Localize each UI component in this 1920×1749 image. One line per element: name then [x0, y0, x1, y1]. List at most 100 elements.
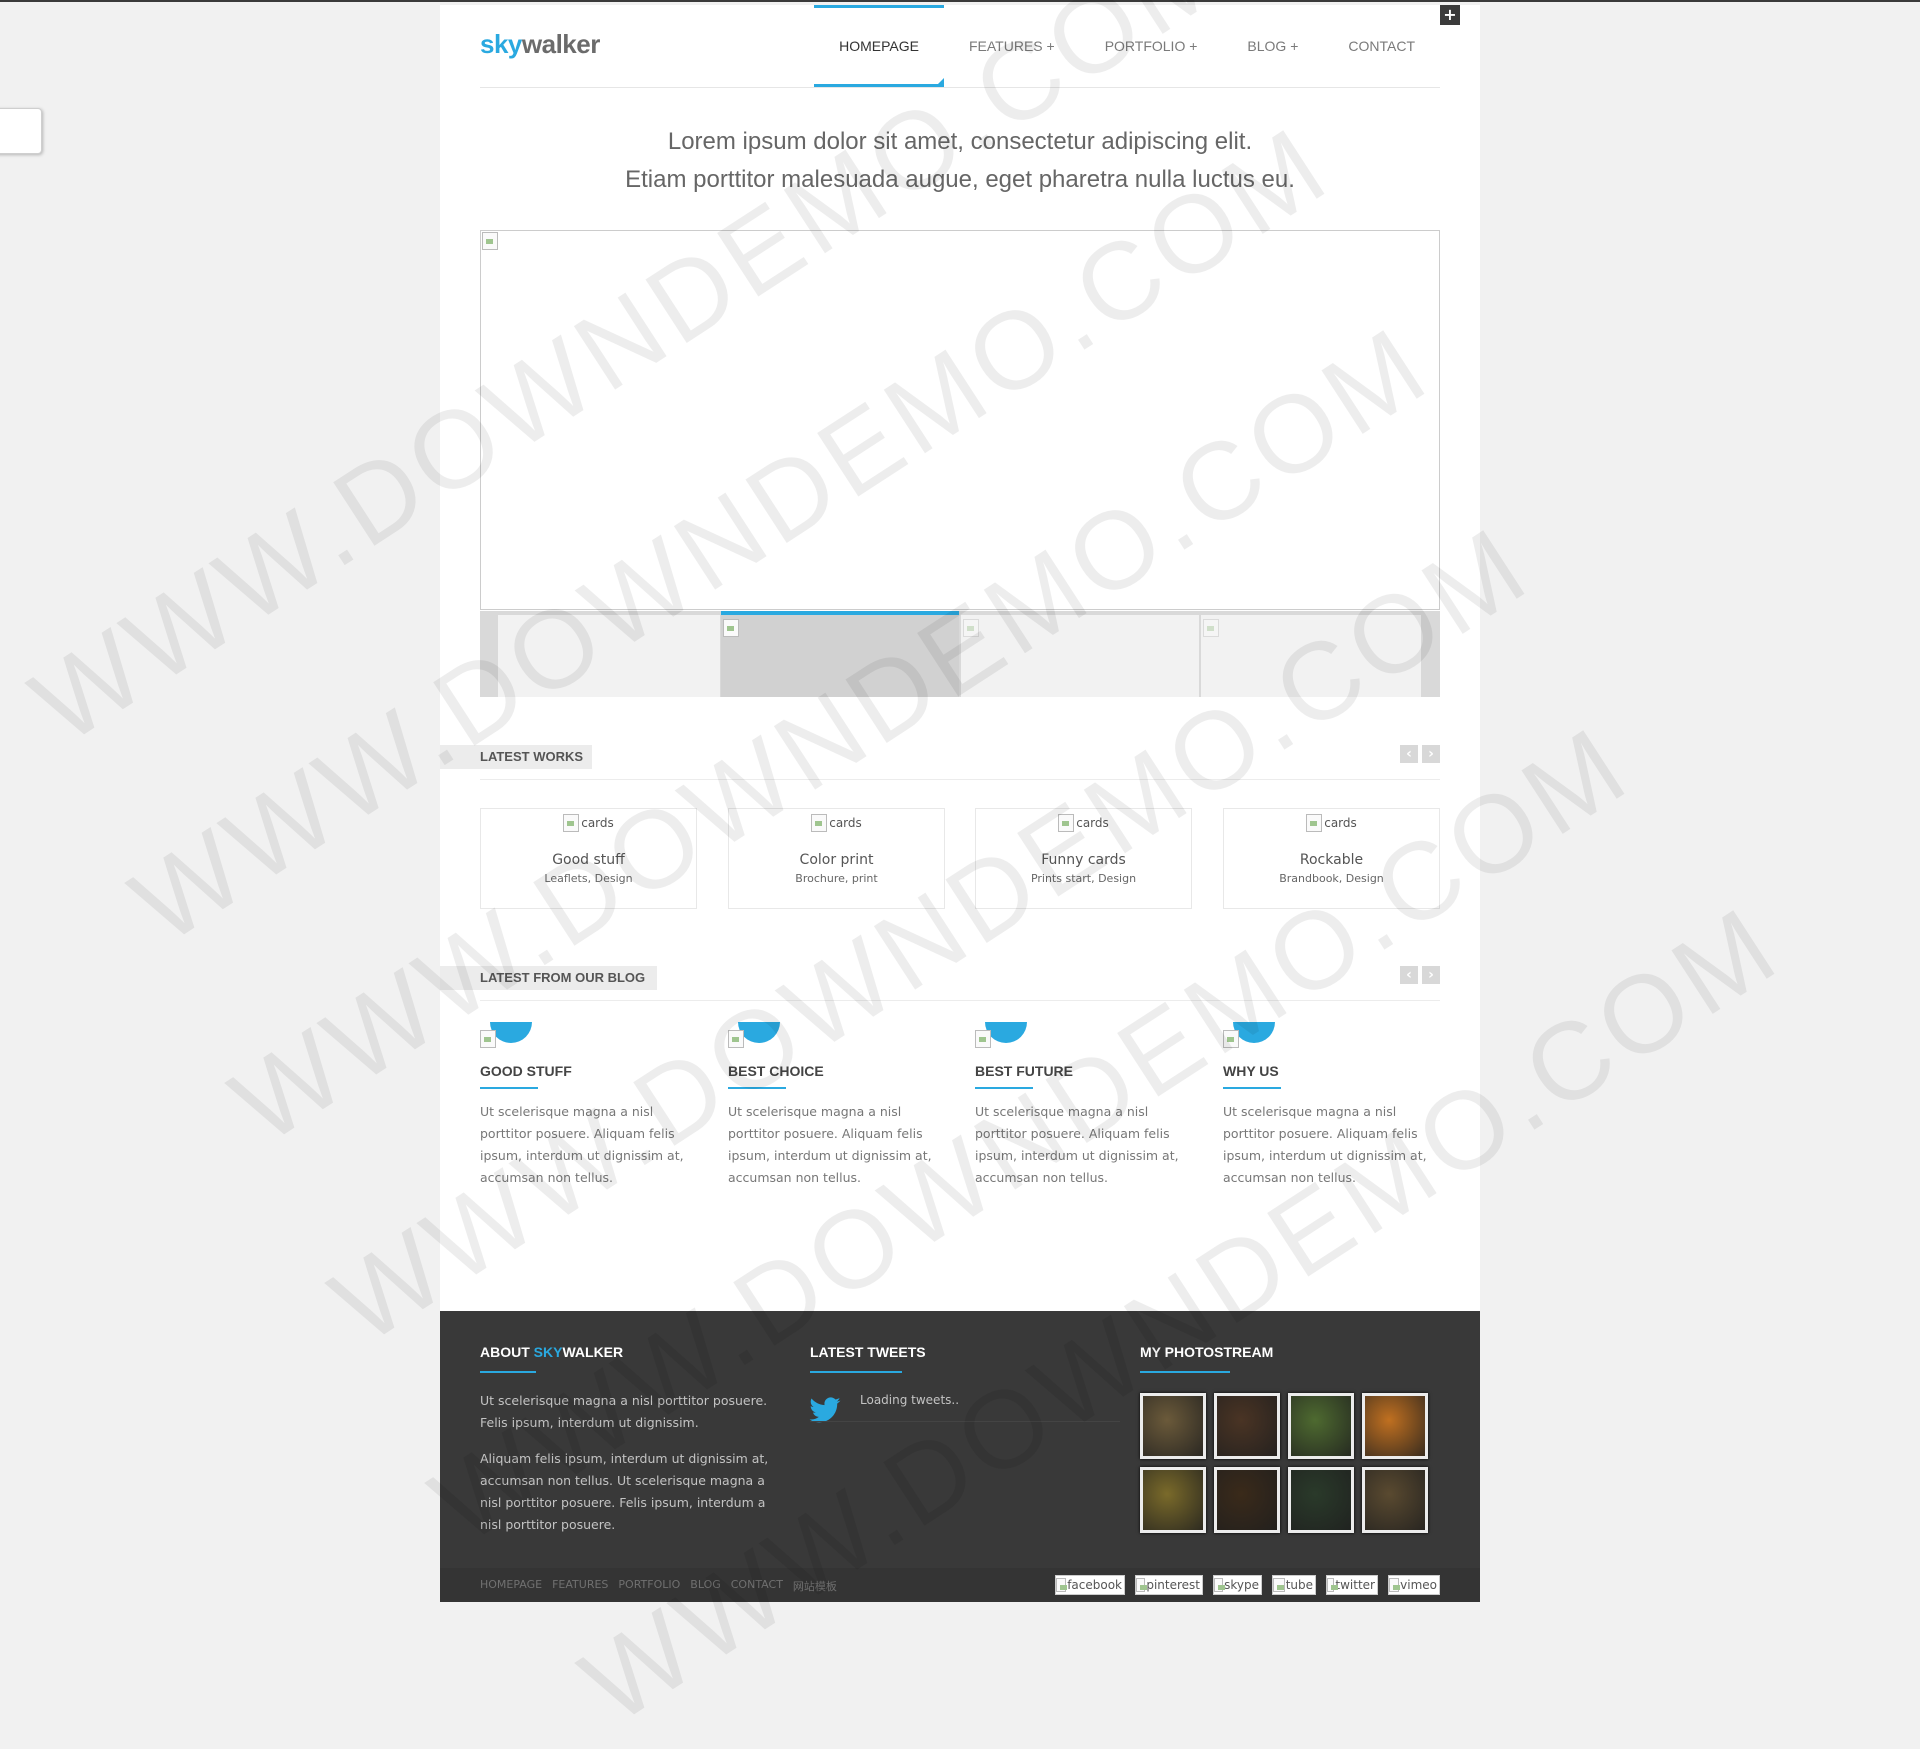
work-title: Good stuff [552, 852, 625, 868]
nav-contact[interactable]: CONTACT [1323, 5, 1440, 87]
broken-image-icon [1306, 814, 1323, 832]
slider-thumb-1[interactable] [498, 615, 720, 697]
facebook-icon [1056, 1578, 1068, 1592]
work-tags: Leaflets, Design [544, 872, 633, 885]
twitter-link[interactable]: twitter [1326, 1575, 1378, 1595]
slider-thumb-3[interactable] [961, 615, 1199, 697]
blog-post: BEST FUTURE Ut scelerisque magna a nisl … [975, 1022, 1190, 1189]
main-nav: HOMEPAGE FEATURES + PORTFOLIO + BLOG + C… [814, 5, 1440, 87]
broken-image-icon [480, 1030, 496, 1048]
blog-post-title[interactable]: BEST CHOICE [728, 1063, 943, 1079]
works-next-button[interactable]: › [1422, 745, 1440, 763]
work-image: cards [1306, 814, 1357, 832]
facebook-link[interactable]: facebook [1055, 1575, 1125, 1595]
footer-nav-contact[interactable]: CONTACT [731, 1578, 783, 1594]
blog-next-button[interactable]: › [1422, 966, 1440, 984]
blog-title-underline [728, 1087, 786, 1089]
nav-blog[interactable]: BLOG + [1222, 5, 1323, 87]
blog-icon-circle [738, 1022, 780, 1043]
slider-thumb-2[interactable] [721, 611, 959, 697]
skype-label: skype [1224, 1578, 1259, 1592]
work-title: Rockable [1299, 852, 1364, 868]
broken-image-icon [563, 814, 580, 832]
tweets-divider [810, 1421, 1120, 1422]
blog-post-title[interactable]: BEST FUTURE [975, 1063, 1190, 1079]
footer-photostream-title: MY PHOTOSTREAM [1140, 1344, 1274, 1360]
logo[interactable]: skywalker [480, 29, 600, 60]
main-slider[interactable] [480, 230, 1440, 610]
broken-image-icon [1223, 1030, 1239, 1048]
blog-arrows: ‹ › [1400, 966, 1440, 984]
broken-image-icon [975, 1030, 991, 1048]
blog-post-icon [1223, 1022, 1275, 1048]
pinterest-icon [1136, 1578, 1148, 1592]
intro-line-2: Etiam porttitor malesuada augue, eget ph… [625, 166, 1295, 193]
blog-post-excerpt: Ut scelerisque magna a nisl porttitor po… [975, 1104, 1179, 1185]
photostream-photo[interactable] [1214, 1393, 1280, 1459]
blog-post-icon [480, 1022, 532, 1048]
slider-thumb-4[interactable] [1201, 615, 1421, 697]
work-image-alt: cards [581, 816, 614, 830]
vimeo-icon [1389, 1578, 1401, 1592]
work-image-alt: cards [1076, 816, 1109, 830]
expand-plus-button[interactable]: + [1440, 5, 1460, 25]
work-tags: Brandbook, Design [1279, 872, 1384, 885]
photostream-photo[interactable] [1214, 1467, 1280, 1533]
work-title: Funny cards [1041, 852, 1126, 868]
nav-portfolio[interactable]: PORTFOLIO + [1080, 5, 1223, 87]
work-image: cards [563, 814, 614, 832]
photostream-photo[interactable] [1288, 1393, 1354, 1459]
blog-post-excerpt: Ut scelerisque magna a nisl porttitor po… [1223, 1104, 1427, 1185]
work-tags: Prints start, Design [1030, 872, 1137, 885]
vimeo-link[interactable]: vimeo [1388, 1575, 1440, 1595]
skype-icon [1214, 1578, 1226, 1592]
photostream-photo[interactable] [1288, 1467, 1354, 1533]
works-prev-button[interactable]: ‹ [1400, 745, 1418, 763]
thumb-image-icon [723, 619, 739, 637]
about-title-suffix: WALKER [562, 1344, 624, 1360]
photostream-photo[interactable] [1362, 1393, 1428, 1459]
footer-about-p2: Aliquam felis ipsum, interdum ut digniss… [480, 1451, 769, 1532]
blog-post: GOOD STUFF Ut scelerisque magna a nisl p… [480, 1022, 695, 1189]
footer-nav-homepage[interactable]: HOMEPAGE [480, 1578, 542, 1594]
facebook-label: facebook [1067, 1578, 1122, 1592]
blog-post-title[interactable]: GOOD STUFF [480, 1063, 695, 1079]
nav-homepage[interactable]: HOMEPAGE [814, 5, 944, 87]
about-title-accent: SKY [533, 1344, 563, 1360]
skype-link[interactable]: skype [1213, 1575, 1262, 1595]
nav-features[interactable]: FEATURES + [944, 5, 1080, 87]
blog-title-underline [975, 1087, 1033, 1089]
blog-post: BEST CHOICE Ut scelerisque magna a nisl … [728, 1022, 943, 1189]
work-card[interactable]: cards Good stuff Leaflets, Design [480, 808, 697, 909]
footer-about-underline [480, 1371, 536, 1373]
slider-image-icon [482, 232, 498, 250]
blog-heading: LATEST FROM OUR BLOG [440, 966, 657, 990]
photostream-photo[interactable] [1140, 1467, 1206, 1533]
work-title: Color print [799, 852, 874, 868]
work-card[interactable]: cards Rockable Brandbook, Design [1223, 808, 1440, 909]
pinterest-link[interactable]: pinterest [1135, 1575, 1203, 1595]
broken-image-icon [811, 814, 828, 832]
blog-prev-button[interactable]: ‹ [1400, 966, 1418, 984]
work-image: cards [1058, 814, 1109, 832]
blog-post-title[interactable]: WHY US [1223, 1063, 1438, 1079]
blog-icon-circle [490, 1022, 532, 1043]
photostream-photo[interactable] [1140, 1393, 1206, 1459]
header-divider [480, 87, 1440, 88]
work-card[interactable]: cards Color print Brochure, print [728, 808, 945, 909]
slider-thumbnails [480, 611, 1440, 697]
footer-nav-blog[interactable]: BLOG [690, 1578, 720, 1594]
footer-nav-templates[interactable]: 网站模板 [793, 1578, 837, 1594]
footer-nav-portfolio[interactable]: PORTFOLIO [618, 1578, 680, 1594]
tube-label: tube [1285, 1578, 1313, 1592]
photostream-photo[interactable] [1362, 1467, 1428, 1533]
blog-title-underline [480, 1087, 538, 1089]
youtube-link[interactable]: tube [1272, 1575, 1316, 1595]
work-tags: Brochure, print [795, 872, 878, 885]
footer-nav-features[interactable]: FEATURES [552, 1578, 608, 1594]
footer: ABOUT SKYWALKER Ut scelerisque magna a n… [440, 1311, 1480, 1602]
side-panel-toggle[interactable] [0, 108, 42, 154]
work-image-alt: cards [829, 816, 862, 830]
footer-photostream-underline [1140, 1371, 1230, 1373]
work-card[interactable]: cards Funny cards Prints start, Design [975, 808, 1192, 909]
